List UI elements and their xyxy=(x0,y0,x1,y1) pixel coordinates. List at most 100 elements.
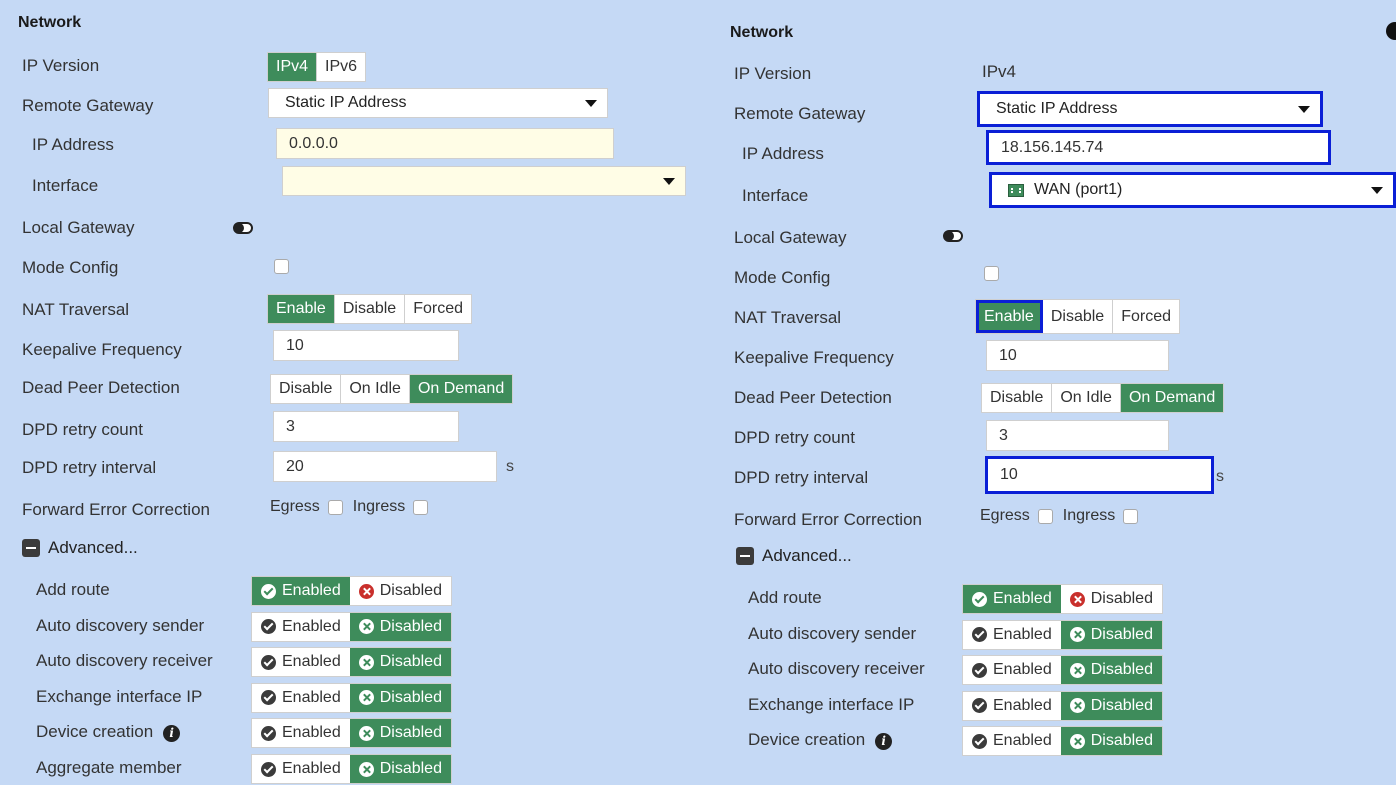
disabled-option[interactable]: Disabled xyxy=(349,719,451,748)
remote-gateway-select[interactable]: Static IP Address xyxy=(268,88,608,118)
enabled-disabled-toggle: Enabled Disabled xyxy=(962,619,1163,650)
nat-enable-option[interactable]: Enable xyxy=(268,295,335,323)
dpd-retry-interval-unit: s xyxy=(1216,468,1224,485)
nat-traversal-toggle: Enable Disable Forced xyxy=(267,294,472,324)
keepalive-input[interactable]: 10 xyxy=(273,330,459,361)
ip-address-input[interactable]: 0.0.0.0 xyxy=(276,128,614,159)
fec-ingress-label: Ingress xyxy=(1062,507,1116,524)
enabled-option[interactable]: Enabled xyxy=(252,577,350,605)
adv-row-label-text: Auto discovery receiver xyxy=(748,659,925,679)
adv-row-label: Auto discovery sender xyxy=(36,616,204,636)
enabled-disabled-toggle: Enabled Disabled xyxy=(251,754,452,784)
enabled-disabled-toggle: Enabled Disabled xyxy=(251,576,452,606)
dpd-retry-interval-input[interactable]: 20 xyxy=(273,451,497,482)
enabled-option[interactable]: Enabled xyxy=(963,585,1061,613)
remote-gateway-select[interactable]: Static IP Address xyxy=(977,91,1323,127)
enabled-label: Enabled xyxy=(993,625,1052,643)
dpd-ondemand-option[interactable]: On Demand xyxy=(1120,384,1224,412)
fec-ingress-checkbox[interactable] xyxy=(1123,508,1139,524)
fec-label: Forward Error Correction xyxy=(734,510,922,529)
enabled-option[interactable]: Enabled xyxy=(963,656,1061,685)
disabled-label: Disabled xyxy=(379,688,442,706)
nat-enable-option[interactable]: Enable xyxy=(976,300,1043,333)
dpd-ondemand-option[interactable]: On Demand xyxy=(409,375,513,403)
adv-row-label-text: Device creation xyxy=(36,722,154,742)
disabled-option[interactable]: Disabled xyxy=(1060,727,1162,756)
dpd-retry-interval-label: DPD retry interval xyxy=(734,468,869,487)
enabled-option[interactable]: Enabled xyxy=(252,719,350,748)
ipv4-option[interactable]: IPv4 xyxy=(268,53,318,81)
nat-forced-option[interactable]: Forced xyxy=(405,295,471,323)
fec-egress-label: Egress xyxy=(270,498,320,515)
adv-row-label: Auto discovery receiver xyxy=(36,651,213,671)
disabled-option[interactable]: Disabled xyxy=(1060,585,1162,613)
interface-select[interactable]: WAN (port1) xyxy=(989,172,1396,208)
dpd-retry-interval-input[interactable]: 10 xyxy=(985,456,1214,494)
dpd-retry-count-input[interactable]: 3 xyxy=(273,411,459,442)
local-gateway-toggle-icon[interactable] xyxy=(943,230,963,242)
disabled-option[interactable]: Disabled xyxy=(1060,656,1162,685)
ip-address-input[interactable]: 18.156.145.74 xyxy=(986,130,1331,165)
fec-egress-checkbox[interactable] xyxy=(327,499,343,515)
fec-options: Egress Ingress xyxy=(980,507,1148,525)
disabled-option[interactable]: Disabled xyxy=(1060,620,1162,649)
ip-version-label: IP Version xyxy=(22,56,100,75)
enabled-option[interactable]: Enabled xyxy=(963,727,1061,756)
mode-config-checkbox[interactable] xyxy=(274,259,289,274)
remote-gateway-label: Remote Gateway xyxy=(734,104,866,123)
ip-address-label: IP Address xyxy=(742,144,824,163)
interface-select[interactable] xyxy=(282,166,686,196)
keepalive-input[interactable]: 10 xyxy=(986,340,1169,371)
interface-label: Interface xyxy=(742,186,809,205)
ipv6-option[interactable]: IPv6 xyxy=(317,53,366,81)
advanced-toggle[interactable]: Advanced... xyxy=(22,538,138,558)
nat-forced-option[interactable]: Forced xyxy=(1113,300,1179,333)
nat-disable-option[interactable]: Disable xyxy=(334,295,406,323)
check-circle-icon xyxy=(261,690,276,706)
dpd-onidle-option[interactable]: On Idle xyxy=(341,375,410,403)
local-gateway-label: Local Gateway xyxy=(22,218,135,237)
interface-value: WAN (port1) xyxy=(1034,181,1123,198)
check-circle-icon xyxy=(261,583,276,599)
x-circle-icon xyxy=(1069,627,1085,643)
disabled-option[interactable]: Disabled xyxy=(349,648,451,677)
adv-row-label-text: Aggregate member xyxy=(36,758,182,777)
enabled-option[interactable]: Enabled xyxy=(252,648,350,677)
fec-egress-checkbox[interactable] xyxy=(1037,508,1053,524)
disabled-option[interactable]: Disabled xyxy=(349,683,451,712)
disabled-option[interactable]: Disabled xyxy=(349,755,451,783)
disabled-label: Disabled xyxy=(1090,625,1153,643)
enabled-label: Enabled xyxy=(993,732,1052,750)
enabled-option[interactable]: Enabled xyxy=(252,755,350,783)
nat-traversal-label: NAT Traversal xyxy=(22,300,130,319)
edge-icon xyxy=(1386,22,1396,40)
x-circle-icon xyxy=(1069,733,1085,749)
fec-ingress-checkbox[interactable] xyxy=(413,499,429,515)
check-circle-icon xyxy=(261,619,276,635)
fec-egress-label: Egress xyxy=(980,507,1030,524)
info-icon[interactable]: i xyxy=(875,733,893,751)
enabled-label: Enabled xyxy=(993,661,1052,679)
dpd-retry-count-input[interactable]: 3 xyxy=(986,420,1169,451)
check-circle-icon xyxy=(972,591,987,607)
advanced-toggle[interactable]: Advanced... xyxy=(736,546,852,566)
dpd-disable-option[interactable]: Disable xyxy=(982,384,1053,412)
enabled-option[interactable]: Enabled xyxy=(963,691,1061,720)
remote-gateway-value: Static IP Address xyxy=(996,100,1118,117)
local-gateway-toggle-icon[interactable] xyxy=(233,222,253,234)
info-icon[interactable]: i xyxy=(163,725,181,743)
dpd-disable-option[interactable]: Disable xyxy=(271,375,342,403)
nat-disable-option[interactable]: Disable xyxy=(1042,300,1114,333)
disabled-option[interactable]: Disabled xyxy=(1060,691,1162,720)
mode-config-checkbox[interactable] xyxy=(984,266,999,281)
keepalive-label: Keepalive Frequency xyxy=(734,348,894,367)
enabled-option[interactable]: Enabled xyxy=(252,683,350,712)
section-title: Network xyxy=(18,14,82,31)
disabled-option[interactable]: Disabled xyxy=(349,612,451,641)
disabled-option[interactable]: Disabled xyxy=(349,577,451,605)
enabled-label: Enabled xyxy=(282,760,341,777)
enabled-option[interactable]: Enabled xyxy=(963,620,1061,649)
dpd-onidle-option[interactable]: On Idle xyxy=(1052,384,1121,412)
enabled-option[interactable]: Enabled xyxy=(252,612,350,641)
enabled-disabled-toggle: Enabled Disabled xyxy=(251,682,452,713)
